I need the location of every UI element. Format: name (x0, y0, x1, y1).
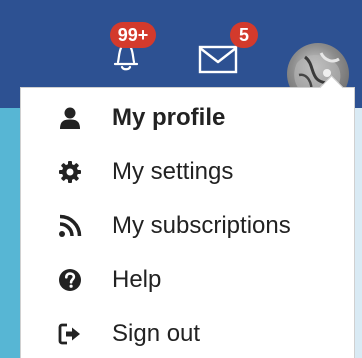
menu-item-help[interactable]: Help (21, 254, 354, 306)
messages-button[interactable]: 5 (190, 22, 260, 82)
user-icon (58, 106, 82, 130)
menu-item-label: My settings (112, 158, 234, 185)
sign-out-icon (58, 322, 82, 346)
menu-item-my-profile[interactable]: My profile (21, 92, 354, 144)
page: 99+ 5 My profile My settings My subscrip… (0, 0, 362, 358)
notification-count-badge: 99+ (110, 22, 156, 48)
menu-item-my-settings[interactable]: My settings (21, 146, 354, 198)
menu-item-label: My subscriptions (112, 212, 291, 239)
question-circle-icon (58, 268, 82, 292)
user-dropdown-menu: My profile My settings My subscriptions … (20, 75, 355, 358)
menu-item-my-subscriptions[interactable]: My subscriptions (21, 200, 354, 252)
menu-item-sign-out[interactable]: Sign out (21, 308, 354, 358)
menu-item-label: Help (112, 266, 162, 293)
menu-item-label: My profile (112, 104, 226, 131)
menu-item-label: Sign out (112, 320, 201, 347)
envelope-icon (198, 45, 238, 74)
background-strip-right (355, 108, 362, 358)
notifications-button[interactable]: 99+ (100, 22, 158, 82)
gear-icon (58, 160, 82, 184)
message-count-badge: 5 (230, 22, 258, 48)
rss-icon (58, 214, 82, 238)
background-strip (0, 108, 20, 358)
